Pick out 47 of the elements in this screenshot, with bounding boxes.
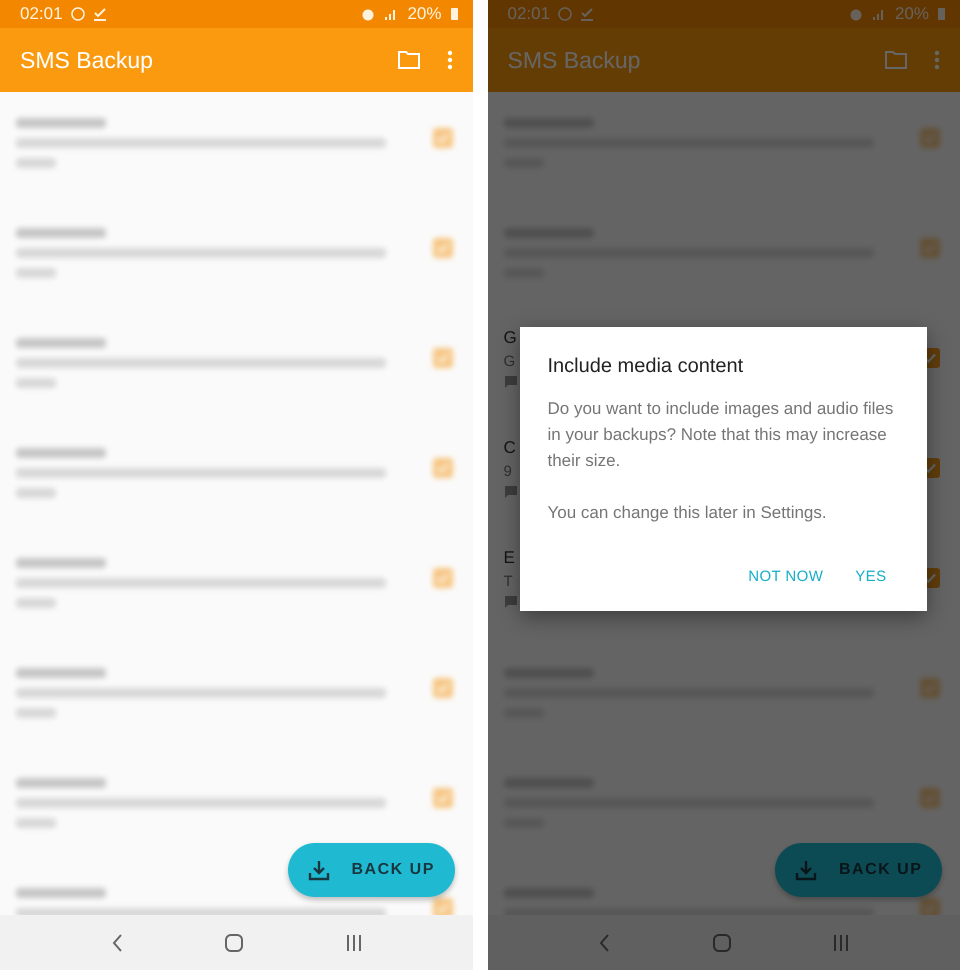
back-up-button[interactable]: BACK UP <box>288 843 454 897</box>
app-title: SMS Backup <box>508 46 642 74</box>
more-icon[interactable] <box>934 50 940 70</box>
battery-icon <box>450 7 458 21</box>
status-time: 02:01 <box>20 4 63 24</box>
back-icon[interactable] <box>110 932 123 952</box>
conversation-name: E <box>504 548 515 568</box>
download-check-icon <box>580 7 594 21</box>
notification-icon <box>70 7 85 21</box>
conversation-name: C <box>504 438 516 458</box>
download-check-icon <box>92 7 107 21</box>
back-icon[interactable] <box>598 932 610 952</box>
dialog-note: You can change this later in Settings. <box>548 502 828 524</box>
battery-percentage: 20% <box>407 4 442 24</box>
message-icon <box>504 595 518 609</box>
notification-icon <box>558 7 572 21</box>
dialog-message: Do you want to include images and audio files in your backups? Note that this may increase their size. <box>548 398 894 472</box>
message-icon <box>504 375 518 389</box>
recents-icon[interactable] <box>346 934 362 952</box>
folder-icon[interactable] <box>884 50 908 70</box>
alarm-icon <box>361 7 376 21</box>
checkbox[interactable] <box>432 898 452 915</box>
app-title: SMS Backup <box>20 46 154 74</box>
checkbox[interactable] <box>432 238 452 258</box>
checkbox[interactable] <box>432 348 452 368</box>
recents-icon[interactable] <box>833 934 850 952</box>
status-time: 02:01 <box>508 4 550 24</box>
more-icon[interactable] <box>446 50 452 70</box>
home-icon[interactable] <box>712 932 732 952</box>
checkbox[interactable] <box>432 568 452 588</box>
checkbox[interactable] <box>432 788 452 808</box>
dialog-title: Include media content <box>548 355 744 378</box>
checkbox[interactable] <box>432 128 452 148</box>
battery-icon <box>937 7 946 21</box>
checkbox[interactable] <box>432 678 452 698</box>
folder-icon[interactable] <box>396 50 420 70</box>
download-icon <box>308 859 330 881</box>
message-icon <box>504 485 518 499</box>
back-up-button[interactable]: BACK UP <box>775 843 942 897</box>
conversation-name: G <box>504 328 517 348</box>
home-icon[interactable] <box>224 932 244 952</box>
dialog-button[interactable]: NOT NOW <box>736 560 836 593</box>
checkbox[interactable] <box>432 458 452 478</box>
download-icon <box>795 859 817 881</box>
battery-percentage: 20% <box>894 4 929 24</box>
dialog-button[interactable]: YES <box>843 560 898 593</box>
alarm-icon <box>848 7 863 21</box>
